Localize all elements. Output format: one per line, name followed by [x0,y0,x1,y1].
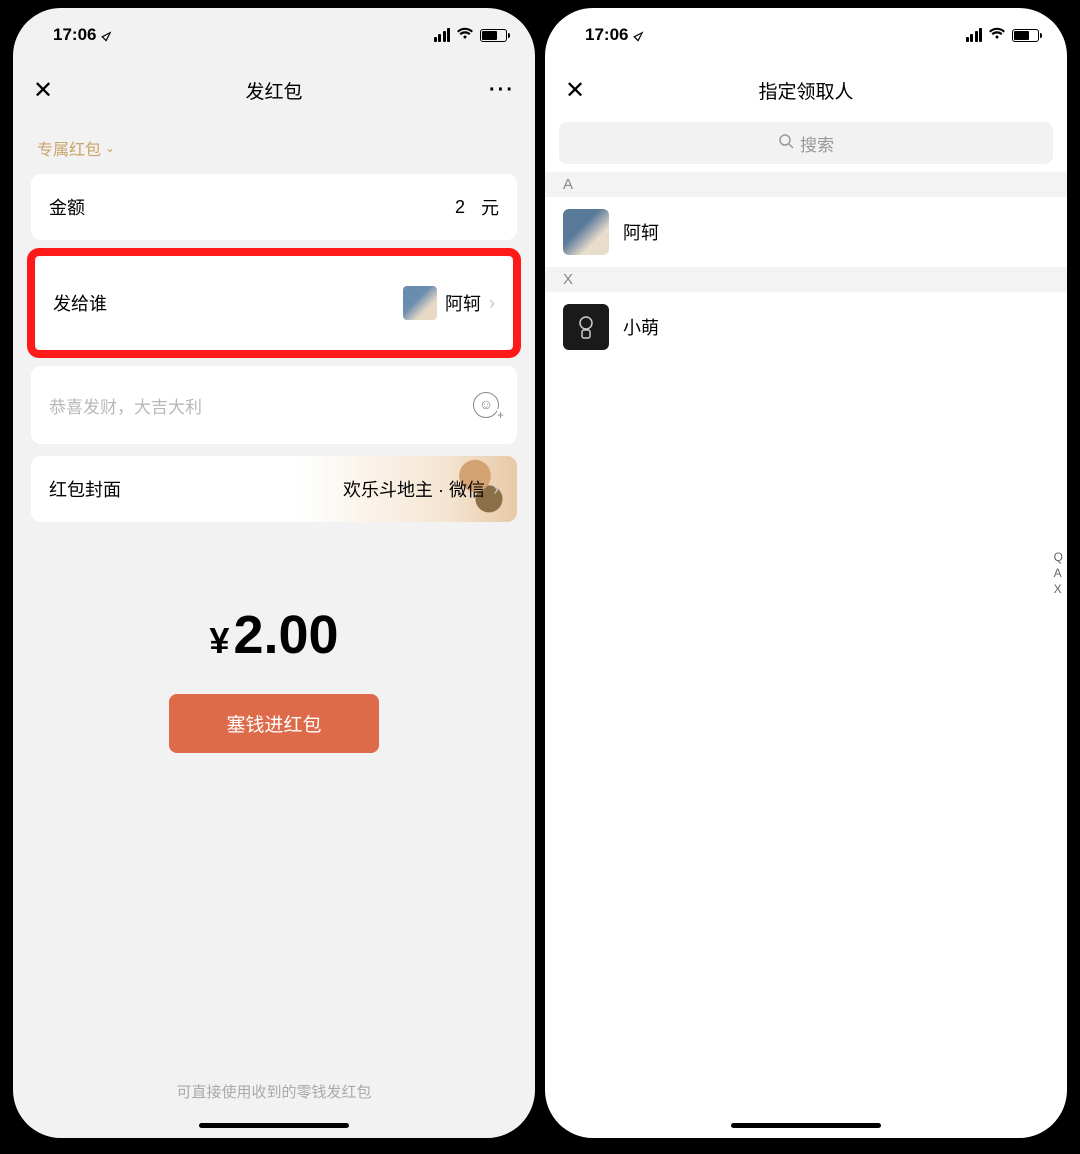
chevron-down-icon: ⌄ [105,141,115,155]
chevron-right-icon: › [493,479,499,500]
confirm-button[interactable]: 塞钱进红包 [169,694,379,753]
section-header-a: A [545,172,1067,197]
message-input[interactable]: 恭喜发财，大吉大利 ☺ + [31,366,517,444]
close-icon[interactable]: ✕ [565,76,585,105]
status-bar: 17:06 ▻ [13,8,535,62]
cover-label: 红包封面 [49,476,121,502]
battery-icon [1012,29,1039,42]
total-value: 2.00 [233,604,338,666]
amount-row[interactable]: 金额 2 元 [31,174,517,240]
footer-tip: 可直接使用收到的零钱发红包 [31,1081,517,1138]
home-indicator[interactable] [199,1123,349,1128]
page-title: 指定领取人 [545,77,1067,104]
search-input[interactable]: 搜索 [559,122,1053,164]
nav-bar: ✕ 指定领取人 [545,62,1067,118]
alpha-index[interactable]: Q A X [1054,550,1063,596]
phone-left: 17:06 ▻ ✕ 发红包 ··· 专属红包 ⌄ 金额 2 元 [13,8,535,1138]
recipient-avatar [403,286,437,320]
recipient-label: 发给谁 [53,290,107,316]
message-placeholder: 恭喜发财，大吉大利 [49,393,202,418]
contact-row[interactable]: 阿轲 [545,197,1067,267]
contact-avatar [563,209,609,255]
nav-bar: ✕ 发红包 ··· [13,62,535,118]
close-icon[interactable]: ✕ [33,76,53,105]
cover-row[interactable]: 红包封面 欢乐斗地主 · 微信 › [31,456,517,522]
contact-name: 阿轲 [623,219,659,245]
contact-avatar [563,304,609,350]
phone-right: 17:06 ▻ ✕ 指定领取人 搜索 A 阿轲 X 小萌 Q A [545,8,1067,1138]
amount-card: 金额 2 元 [31,174,517,240]
battery-icon [480,29,507,42]
location-icon: ▻ [98,26,116,44]
recipient-row[interactable]: 发给谁 阿轲 › [35,256,513,350]
packet-type-label: 专属红包 [37,136,101,160]
status-time: 17:06 [585,25,628,45]
amount-unit: 元 [481,194,499,220]
contact-row[interactable]: 小萌 [545,292,1067,362]
index-letter[interactable]: A [1054,566,1063,580]
search-icon [778,133,794,154]
total-amount: ¥ 2.00 [31,604,517,666]
cover-card: 红包封面 欢乐斗地主 · 微信 › [31,456,517,522]
signal-icon [966,28,983,42]
status-bar: 17:06 ▻ [545,8,1067,62]
index-letter[interactable]: Q [1054,550,1063,564]
home-indicator[interactable] [731,1123,881,1128]
more-icon[interactable]: ··· [489,79,515,102]
chevron-right-icon: › [489,293,495,314]
amount-label: 金额 [49,194,85,220]
cover-value: 欢乐斗地主 · 微信 [343,476,485,502]
wifi-icon [988,26,1006,45]
status-time: 17:06 [53,25,96,45]
amount-value: 2 [455,197,465,218]
emoji-icon[interactable]: ☺ + [473,392,499,418]
wifi-icon [456,26,474,45]
signal-icon [434,28,451,42]
section-header-x: X [545,267,1067,292]
page-title: 发红包 [13,77,535,104]
location-icon: ▻ [630,26,648,44]
recipient-name: 阿轲 [445,290,481,316]
packet-type-selector[interactable]: 专属红包 ⌄ [31,118,517,174]
recipient-highlight: 发给谁 阿轲 › [27,248,521,358]
message-card: 恭喜发财，大吉大利 ☺ + [31,366,517,444]
contact-name: 小萌 [623,314,659,340]
search-placeholder: 搜索 [800,131,834,156]
currency-symbol: ¥ [209,620,229,662]
index-letter[interactable]: X [1054,582,1063,596]
